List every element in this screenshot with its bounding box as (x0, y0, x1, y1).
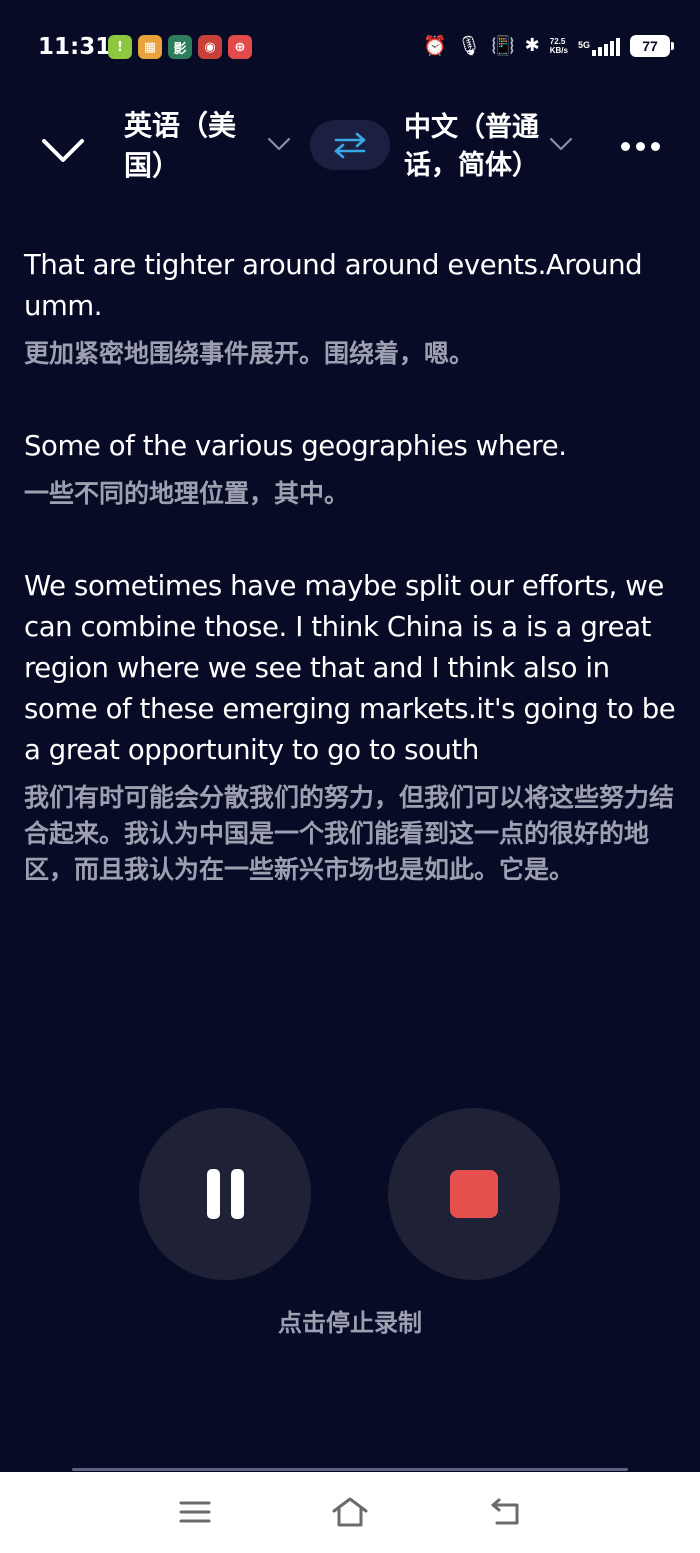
app-icon-4: ◉ (198, 35, 222, 59)
more-dots-icon (620, 141, 630, 151)
vibrate-icon: 📳 (490, 35, 515, 57)
battery-level: 77 (642, 38, 658, 54)
app-icon-2: ▦ (138, 35, 162, 59)
microphone-icon: 🎙 (456, 35, 481, 57)
bluetooth-icon: ✱ (524, 35, 540, 56)
swap-arrows-icon (334, 132, 366, 159)
transcript-segment: That are tighter around around events.Ar… (24, 245, 676, 372)
network-type: 5G (577, 40, 590, 50)
more-options-button[interactable] (608, 124, 672, 168)
network-speed-value: 72.5 (549, 37, 566, 46)
app-icon-3: 影 (168, 35, 192, 59)
notification-icons: ! ▦ 影 ◉ ⊕ (108, 35, 252, 59)
back-icon (491, 1498, 519, 1525)
target-language-chevron-icon[interactable] (548, 134, 574, 154)
chevron-down-icon (42, 139, 84, 162)
pause-button[interactable] (139, 1108, 311, 1280)
nav-home-button[interactable] (325, 1492, 375, 1532)
source-language-selector[interactable]: 英语（美国） (124, 106, 259, 186)
swap-languages-button[interactable] (310, 120, 390, 170)
alarm-icon: ⏰ (423, 35, 447, 57)
network-speed: 72.5 KB/s (550, 37, 568, 55)
network-speed-unit: KB/s (549, 46, 568, 55)
cellular-signal: 5G (578, 36, 620, 56)
menu-icon (179, 1501, 211, 1523)
signal-bars-icon (592, 36, 620, 56)
app-icon-1: ! (108, 35, 132, 59)
transcript-segment: Some of the various geographies where. 一些… (24, 426, 676, 512)
nav-divider (72, 1468, 628, 1471)
target-language-selector[interactable]: 中文（普通话，简体） (404, 108, 542, 184)
app-icon-5: ⊕ (228, 35, 252, 59)
nav-back-button[interactable] (481, 1492, 531, 1532)
status-time: 11:31 (38, 34, 112, 60)
stop-icon (450, 1170, 498, 1218)
transcript-source-text: We sometimes have maybe split our effort… (24, 570, 676, 766)
transcript-translation-text: 一些不同的地理位置，其中。 (24, 480, 350, 508)
transcript-source-text: That are tighter around around events.Ar… (24, 249, 643, 322)
battery-icon: 77 (630, 35, 674, 57)
stop-button[interactable] (388, 1108, 560, 1280)
nav-menu-button[interactable] (170, 1492, 220, 1532)
pause-icon (206, 1169, 244, 1219)
navigation-bar (0, 1472, 700, 1553)
transcript-source-text: Some of the various geographies where. (24, 430, 567, 462)
stop-recording-hint: 点击停止录制 (278, 1310, 422, 1337)
collapse-button[interactable] (36, 128, 90, 174)
transcript-translation-text: 更加紧密地围绕事件展开。围绕着，嗯。 (24, 340, 475, 368)
status-bar: 11:31 ! ▦ 影 ◉ ⊕ ⏰ 🎙 📳 ✱ 72.5 KB/s 5G 77 (0, 0, 700, 95)
transcript-translation-text: 我们有时可能会分散我们的努力，但我们可以将这些努力结合起来。我认为中国是一个我们… (24, 784, 675, 884)
source-language-chevron-icon[interactable] (266, 134, 292, 154)
language-toolbar: 英语（美国） 中文（普通话，简体） (0, 100, 700, 200)
system-icons: ⏰ 🎙 📳 ✱ 72.5 KB/s 5G 77 (423, 34, 674, 58)
transcript-segment: We sometimes have maybe split our effort… (24, 566, 676, 888)
home-icon (332, 1497, 368, 1527)
transcript-list: That are tighter around around events.Ar… (24, 245, 676, 942)
